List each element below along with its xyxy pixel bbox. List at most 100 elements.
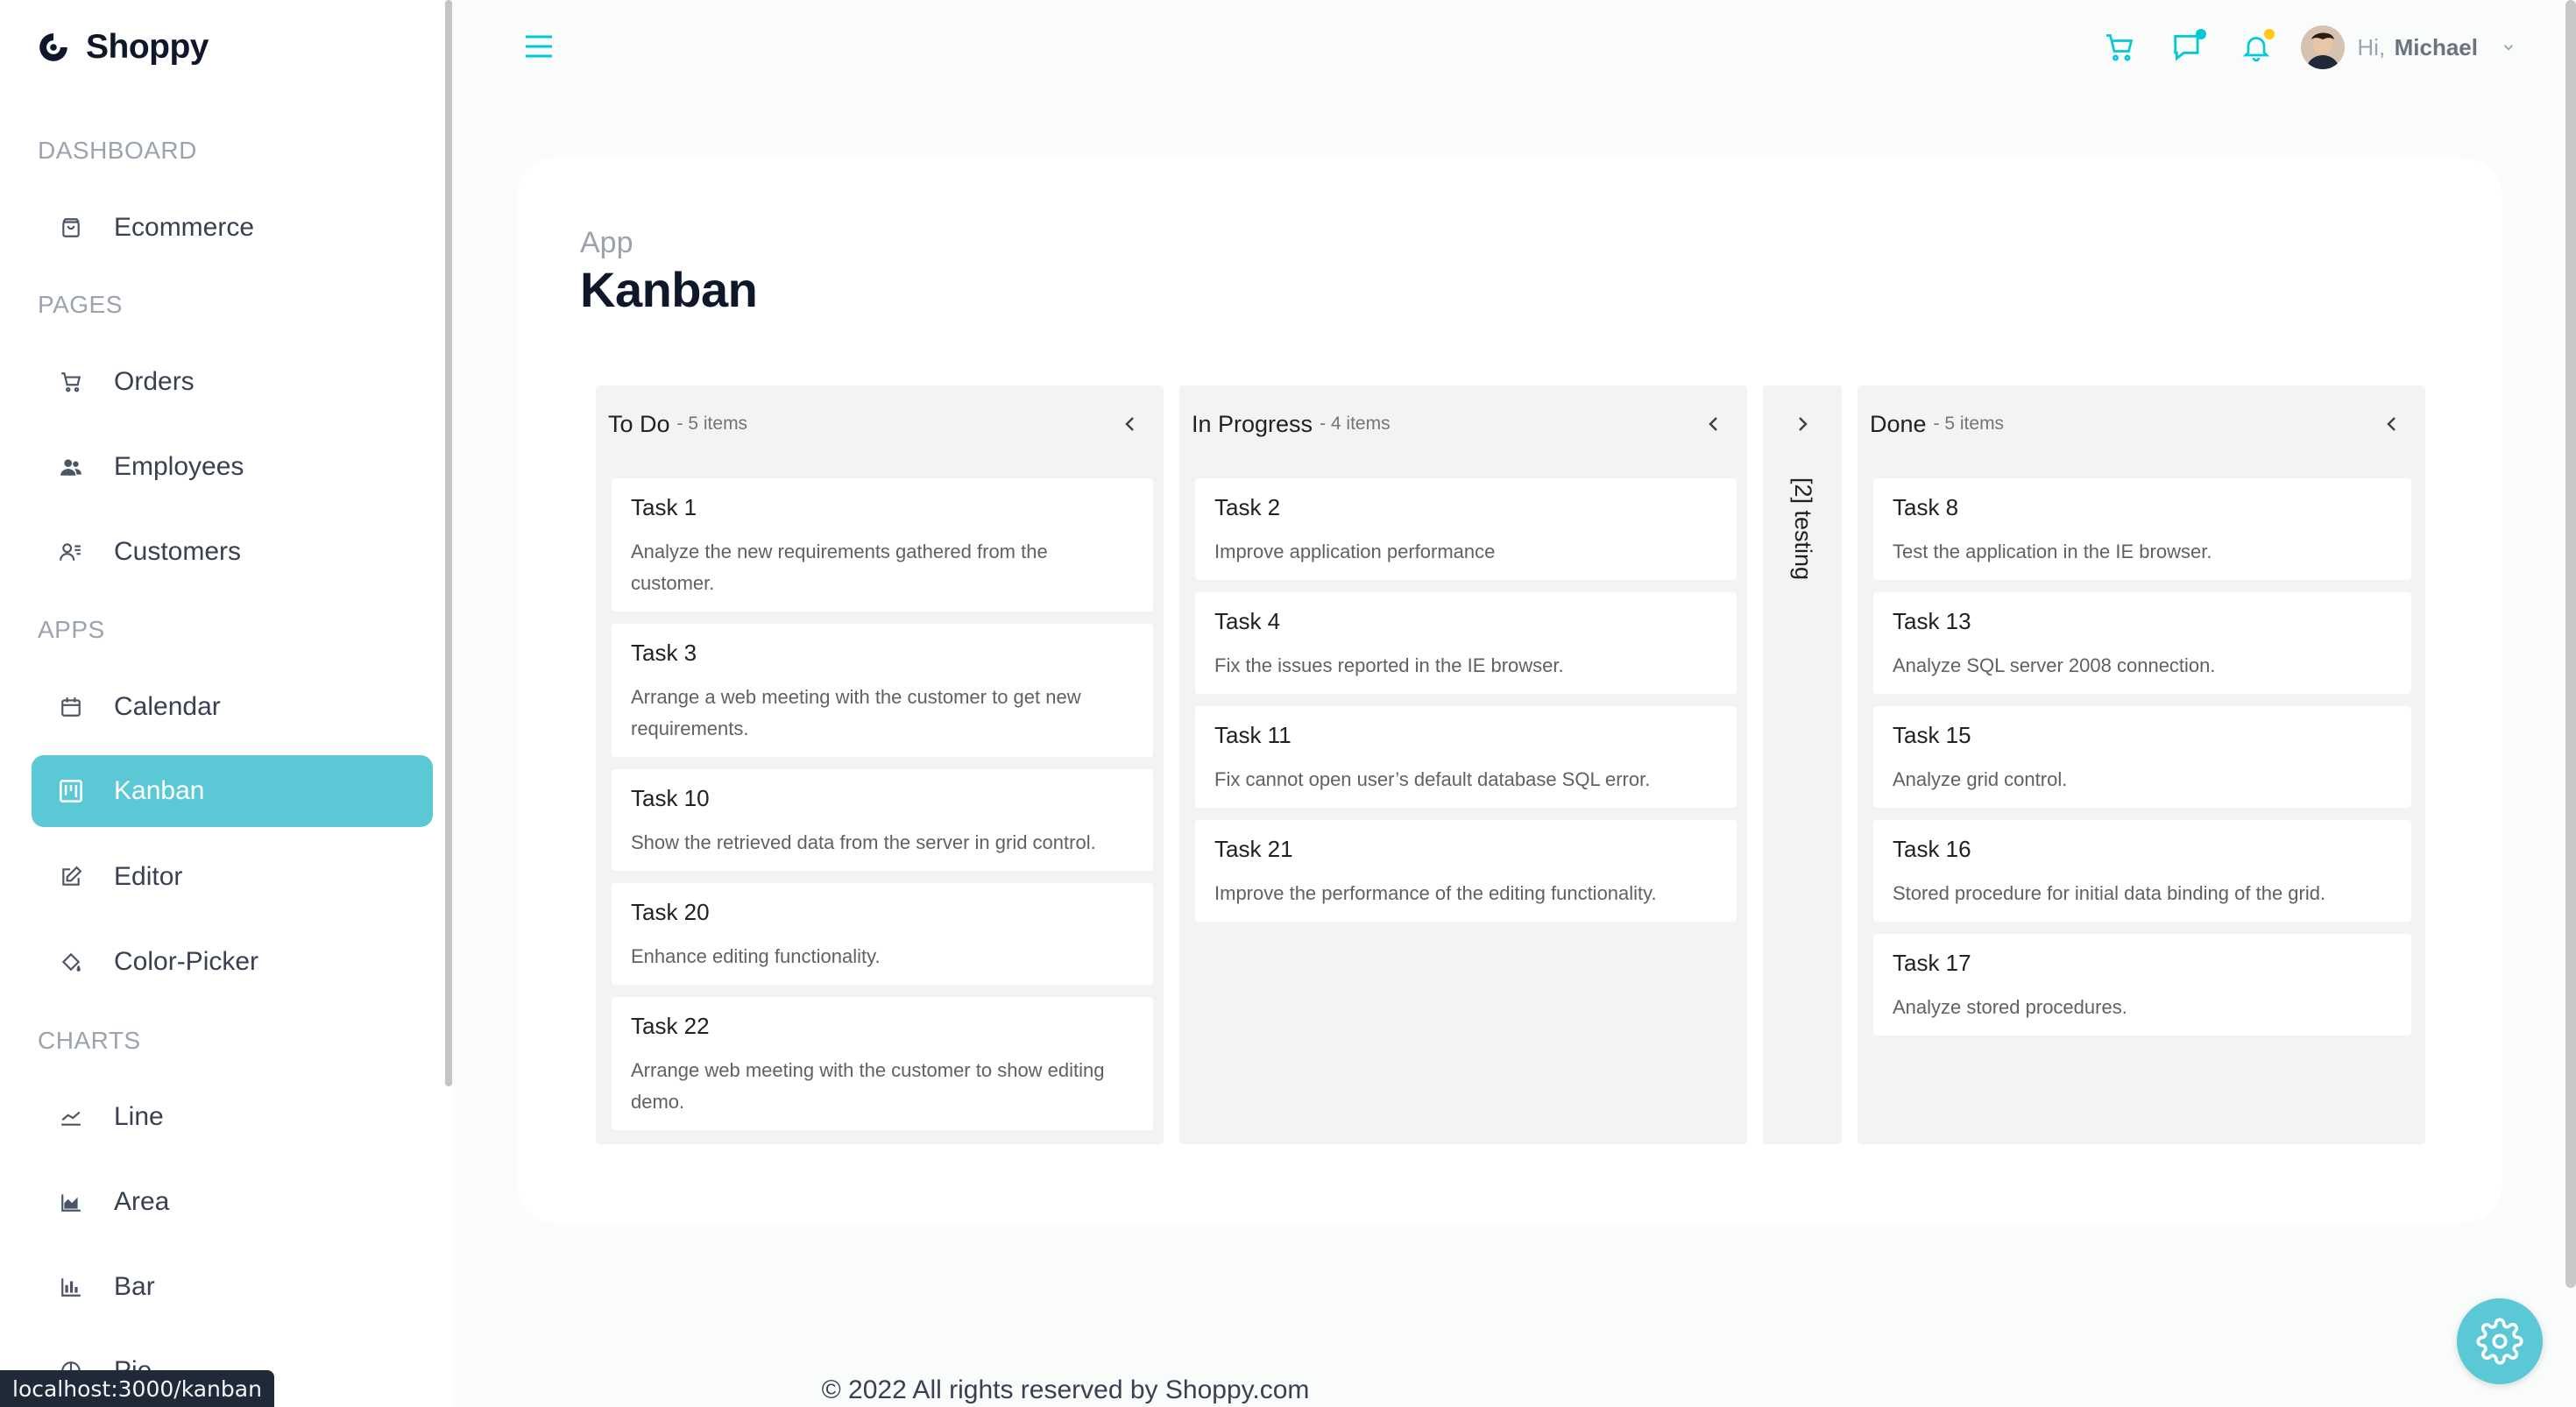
footer: © 2022 All rights reserved by Shoppy.com <box>0 1375 2576 1405</box>
card-summary: Arrange web meeting with the customer to… <box>631 1059 1105 1113</box>
collapse-chevron-left-icon[interactable] <box>1703 414 1724 435</box>
card-summary: Analyze the new requirements gathered fr… <box>631 541 1048 594</box>
notification-button[interactable] <box>2238 29 2275 66</box>
card-summary: Improve application performance <box>1214 541 1496 562</box>
card-title: Task 8 <box>1893 494 1959 520</box>
user-profile-menu[interactable]: Hi, Michael <box>2301 25 2516 69</box>
section-pages: PAGES <box>38 291 123 318</box>
chat-notification-dot <box>2196 29 2207 39</box>
page-category: App <box>580 226 633 259</box>
collapse-chevron-left-icon[interactable] <box>1120 414 1141 435</box>
kanban-column-in-progress: In Progress - 4 items Task 2 Improve app… <box>1179 385 1747 1144</box>
kanban-card[interactable]: Task 1 Analyze the new requirements gath… <box>612 478 1153 612</box>
logo-icon <box>39 33 67 61</box>
bar-chart-icon <box>58 1274 84 1300</box>
expand-chevron-right-icon[interactable] <box>1792 414 1813 435</box>
menu-toggle-button[interactable] <box>524 33 554 60</box>
card-title: Task 21 <box>1214 836 1293 862</box>
employees-icon <box>58 454 84 480</box>
card-summary: Stored procedure for initial data bindin… <box>1893 882 2326 904</box>
app-name: Shoppy <box>86 28 209 66</box>
chat-button[interactable] <box>2169 29 2207 66</box>
sidebar-item-label: Calendar <box>114 692 221 721</box>
sidebar-item-label: Color-Picker <box>114 947 259 976</box>
collapsed-column-label: [2] testing <box>1790 477 1816 581</box>
card-summary: Analyze stored procedures. <box>1893 996 2127 1018</box>
sidebar-item-orders[interactable]: Orders <box>32 346 433 418</box>
page-title: Kanban <box>580 262 758 317</box>
column-title: In Progress <box>1192 410 1313 437</box>
avatar <box>2301 25 2346 69</box>
sidebar-item-label: Orders <box>114 367 195 396</box>
shopping-bag-icon <box>58 215 84 241</box>
kanban-card[interactable]: Task 10 Show the retrieved data from the… <box>612 769 1153 871</box>
card-title: Task 3 <box>631 640 697 666</box>
sidebar-item-label: Editor <box>114 862 183 891</box>
gear-icon <box>2476 1318 2523 1365</box>
footer-text: © 2022 All rights reserved by Shoppy.com <box>821 1375 1310 1404</box>
kanban-card[interactable]: Task 15 Analyze grid control. <box>1873 706 2411 808</box>
customers-icon <box>58 539 84 565</box>
column-title: Done <box>1870 410 1927 437</box>
section-apps: APPS <box>38 616 105 643</box>
sidebar-item-line[interactable]: Line <box>32 1081 433 1153</box>
app-logo[interactable]: Shoppy <box>37 26 209 68</box>
kanban-card[interactable]: Task 3 Arrange a web meeting with the cu… <box>612 624 1153 757</box>
card-title: Task 13 <box>1893 608 1971 634</box>
kanban-card[interactable]: Task 16 Stored procedure for initial dat… <box>1873 820 2411 922</box>
card-title: Task 15 <box>1893 722 1971 748</box>
cart-button[interactable] <box>2101 29 2138 66</box>
sidebar-item-employees[interactable]: Employees <box>32 431 433 503</box>
page-scrollbar[interactable] <box>2565 0 2576 1288</box>
column-header: To Do - 5 items <box>596 385 1164 463</box>
hamburger-icon <box>526 35 552 58</box>
sidebar-item-calendar[interactable]: Calendar <box>32 671 433 743</box>
column-count: - 5 items <box>1933 414 2005 434</box>
kanban-card[interactable]: Task 8 Test the application in the IE br… <box>1873 478 2411 580</box>
sidebar-item-label: Customers <box>114 537 242 566</box>
kanban-card[interactable]: Task 11 Fix cannot open user’s default d… <box>1195 706 1737 808</box>
settings-button[interactable] <box>2457 1298 2543 1384</box>
sidebar-item-editor[interactable]: Editor <box>32 841 433 913</box>
sidebar-item-customers[interactable]: Customers <box>32 516 433 588</box>
card-summary: Test the application in the IE browser. <box>1893 541 2212 562</box>
kanban-card[interactable]: Task 21 Improve the performance of the e… <box>1195 820 1737 922</box>
card-summary: Analyze SQL server 2008 connection. <box>1893 654 2216 676</box>
column-header: Done - 5 items <box>1858 385 2425 463</box>
user-name: Michael <box>2394 33 2478 60</box>
greeting-text: Hi, <box>2357 33 2386 60</box>
sidebar-item-label: Area <box>114 1187 170 1216</box>
cart-icon <box>2106 34 2134 61</box>
kanban-column-todo: To Do - 5 items Task 1 Analyze the new r… <box>596 385 1164 1144</box>
kanban-card[interactable]: Task 4 Fix the issues reported in the IE… <box>1195 592 1737 694</box>
kanban-card[interactable]: Task 13 Analyze SQL server 2008 connecti… <box>1873 592 2411 694</box>
sidebar-item-color-picker[interactable]: Color-Picker <box>32 926 433 998</box>
section-dashboard: DASHBOARD <box>38 137 197 164</box>
column-count: - 4 items <box>1320 414 1391 434</box>
sidebar-item-ecommerce[interactable]: Ecommerce <box>32 192 433 264</box>
column-header: In Progress - 4 items <box>1179 385 1747 463</box>
card-summary: Arrange a web meeting with the customer … <box>631 686 1081 739</box>
kanban-card[interactable]: Task 22 Arrange web meeting with the cus… <box>612 997 1153 1130</box>
card-title: Task 11 <box>1214 722 1292 748</box>
sidebar-item-label: Employees <box>114 452 244 481</box>
card-title: Task 4 <box>1214 608 1281 634</box>
section-charts: CHARTS <box>38 1027 141 1054</box>
sidebar-item-kanban[interactable]: Kanban <box>32 755 433 827</box>
card-summary: Show the retrieved data from the server … <box>631 831 1096 853</box>
sidebar-item-area[interactable]: Area <box>32 1166 433 1238</box>
chevron-down-icon <box>2503 45 2514 51</box>
card-title: Task 20 <box>631 899 710 925</box>
card-summary: Improve the performance of the editing f… <box>1214 882 1657 904</box>
paint-bucket-icon <box>58 949 84 975</box>
collapse-chevron-left-icon[interactable] <box>2381 414 2403 435</box>
topbar-actions: Hi, Michael <box>2070 25 2516 70</box>
sidebar-item-bar[interactable]: Bar <box>32 1251 433 1323</box>
sidebar-item-label: Line <box>114 1102 164 1131</box>
cart-icon <box>58 369 84 395</box>
kanban-card[interactable]: Task 2 Improve application performance <box>1195 478 1737 580</box>
kanban-card[interactable]: Task 20 Enhance editing functionality. <box>612 883 1153 985</box>
kanban-card[interactable]: Task 17 Analyze stored procedures. <box>1873 934 2411 1036</box>
column-title: To Do <box>608 410 670 437</box>
sidebar-scrollbar[interactable] <box>445 0 452 1086</box>
